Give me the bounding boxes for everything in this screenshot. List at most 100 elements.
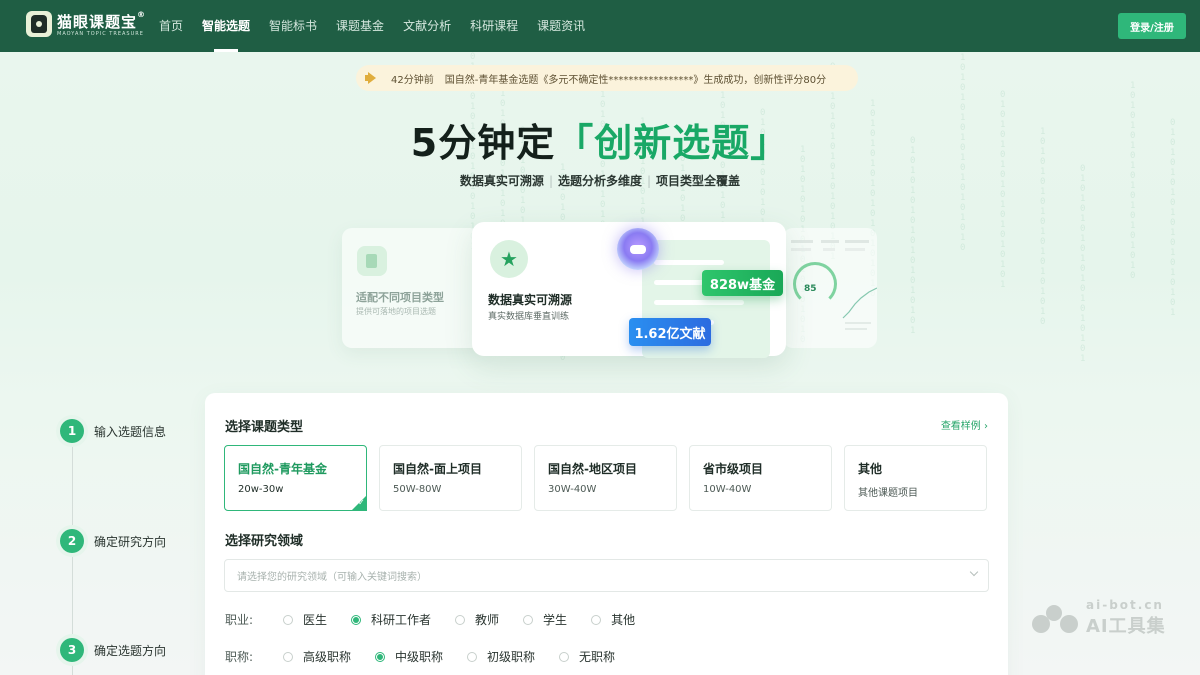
document-icon (357, 246, 387, 276)
hero-sub-1: 数据真实可溯源 (459, 174, 544, 188)
nav-home[interactable]: 首页 (159, 0, 183, 52)
step-number: 2 (60, 529, 84, 553)
hero-separator: | (647, 174, 652, 188)
type-option-youth-fund[interactable]: 国自然-青年基金 20w-30w (224, 445, 367, 511)
feature-card-title: 数据真实可溯源 (488, 293, 573, 307)
registered-mark: ® (137, 10, 147, 19)
top-navbar: 猫眼课题宝® MAOYAN TOPIC TREASURE 首页 智能选题 智能标… (0, 0, 1200, 52)
radio-icon (455, 614, 466, 625)
login-register-button[interactable]: 登录/注册 (1118, 13, 1186, 39)
rank-option-junior[interactable]: 初级职称 (467, 648, 535, 665)
step-2[interactable]: 2 确定研究方向 (60, 529, 166, 553)
type-option-regional-project[interactable]: 国自然-地区项目 30W-40W (534, 445, 677, 511)
research-field-placeholder: 请选择您的研究领域（可输入关键词搜索） (237, 572, 427, 583)
radio-icon (375, 651, 386, 662)
type-option-provincial-project[interactable]: 省市级项目 10W-40W (689, 445, 832, 511)
rank-option-intermediate[interactable]: 中级职称 (375, 648, 443, 665)
topic-type-options: 国自然-青年基金 20w-30w 国自然-面上项目 50W-80W 国自然-地区… (224, 445, 999, 511)
brand-tagline: MAOYAN TOPIC TREASURE (57, 31, 144, 37)
nav-topic-fund[interactable]: 课题基金 (336, 0, 384, 52)
type-name: 国自然-地区项目 (548, 462, 637, 476)
selected-check-icon (351, 495, 367, 511)
title-rank-radio-group: 职称: 高级职称 中级职称 初级职称 无职称 (225, 648, 639, 665)
paw-logo-icon (1032, 601, 1078, 635)
hero-title-prefix: 5分钟定 (410, 121, 556, 165)
nav-topic-news[interactable]: 课题资讯 (537, 0, 585, 52)
step-number: 3 (60, 638, 84, 662)
occupation-option-student[interactable]: 学生 (523, 611, 567, 628)
radio-label: 高级职称 (303, 650, 352, 664)
feature-card-project-types[interactable]: 适配不同项目类型 提供可落地的项目选题 (342, 228, 488, 348)
radio-icon (591, 614, 602, 625)
hero-separator: | (548, 174, 553, 188)
step-label: 确定研究方向 (94, 534, 167, 549)
rank-option-senior[interactable]: 高级职称 (283, 648, 351, 665)
ai-robot-icon (617, 228, 659, 270)
notice-bar[interactable]: 42分钟前 国自然-青年基金选题《多元不确定性*****************… (356, 65, 858, 91)
type-option-general-project[interactable]: 国自然-面上项目 50W-80W (379, 445, 522, 511)
radio-label: 医生 (303, 613, 328, 627)
chevron-down-icon (969, 567, 979, 577)
watermark-name: AI工具集 (1086, 616, 1166, 637)
step-3[interactable]: 3 确定选题方向 (60, 638, 166, 662)
radio-label: 中级职称 (395, 650, 444, 664)
nav-literature-analysis[interactable]: 文献分析 (403, 0, 451, 52)
topic-form-panel: 选择课题类型 查看样例 › 国自然-青年基金 20w-30w 国自然-面上项目 … (205, 393, 1008, 675)
type-range: 其他课题项目 (858, 488, 918, 499)
view-sample-link[interactable]: 查看样例 › (941, 417, 988, 432)
notice-text: 国自然-青年基金选题《多元不确定性*****************》生成成功，… (444, 74, 827, 86)
type-name: 其他 (858, 462, 883, 476)
radio-label: 其他 (611, 613, 636, 627)
type-name: 国自然-青年基金 (238, 462, 327, 476)
hero-title-highlight: 「创新选题」 (555, 121, 790, 165)
type-range: 30W-40W (548, 484, 597, 495)
type-section-title: 选择课题类型 (225, 420, 304, 435)
literature-count-badge: 1.62亿文献 (629, 318, 711, 346)
occupation-option-other[interactable]: 其他 (591, 611, 635, 628)
radio-label: 科研工作者 (371, 613, 432, 627)
nav-smart-topic[interactable]: 智能选题 (202, 0, 250, 52)
radio-label: 教师 (475, 613, 500, 627)
feature-card-desc: 提供可落地的项目选题 (356, 307, 436, 316)
radio-label: 学生 (543, 613, 568, 627)
watermark-url: ai-bot.cn (1086, 598, 1164, 612)
star-badge-icon: ★ (490, 240, 528, 278)
nav-research-course[interactable]: 科研课程 (470, 0, 518, 52)
title-rank-label: 职称: (225, 650, 254, 664)
occupation-radio-group: 职业: 医生 科研工作者 教师 学生 其他 (225, 611, 659, 628)
field-section-title: 选择研究领域 (225, 534, 304, 549)
megaphone-icon (365, 72, 379, 84)
occupation-option-teacher[interactable]: 教师 (455, 611, 499, 628)
type-range: 20w-30w (238, 484, 284, 495)
background-digits: 01010101010101010101 (1080, 164, 1086, 364)
type-name: 省市级项目 (703, 462, 764, 476)
feature-card-analysis[interactable]: 85 (783, 228, 877, 348)
feature-card-title: 适配不同项目类型 (356, 291, 444, 304)
hero-sub-3: 项目类型全覆盖 (656, 174, 741, 188)
research-field-select[interactable]: 请选择您的研究领域（可输入关键词搜索） (224, 559, 989, 592)
watermark: ai-bot.cn AI工具集 (1032, 598, 1166, 638)
step-label: 输入选题信息 (94, 424, 167, 439)
brand-name: 猫眼课题宝 (57, 13, 138, 31)
radio-icon (283, 651, 293, 662)
type-range: 50W-80W (393, 484, 442, 495)
step-number: 1 (60, 419, 84, 443)
radio-icon (523, 614, 534, 625)
hero-sub-2: 选题分析多维度 (557, 174, 642, 188)
notice-time: 42分钟前 (391, 74, 434, 86)
step-1[interactable]: 1 输入选题信息 (60, 419, 166, 443)
step-label: 确定选题方向 (94, 643, 167, 658)
radio-icon (559, 651, 570, 662)
rank-option-none[interactable]: 无职称 (559, 648, 615, 665)
type-name: 国自然-面上项目 (393, 462, 482, 476)
type-option-other[interactable]: 其他 其他课题项目 (844, 445, 987, 511)
occupation-option-doctor[interactable]: 医生 (283, 611, 327, 628)
main-nav: 首页 智能选题 智能标书 课题基金 文献分析 科研课程 课题资讯 (159, 0, 604, 52)
brand-logo[interactable]: 猫眼课题宝® MAOYAN TOPIC TREASURE (26, 10, 146, 38)
nav-smart-proposal[interactable]: 智能标书 (269, 0, 317, 52)
fund-count-badge: 828w基金 (702, 270, 783, 296)
radio-label: 初级职称 (487, 650, 536, 664)
radio-icon (351, 614, 362, 625)
occupation-option-researcher[interactable]: 科研工作者 (351, 611, 431, 628)
type-range: 10W-40W (703, 484, 752, 495)
